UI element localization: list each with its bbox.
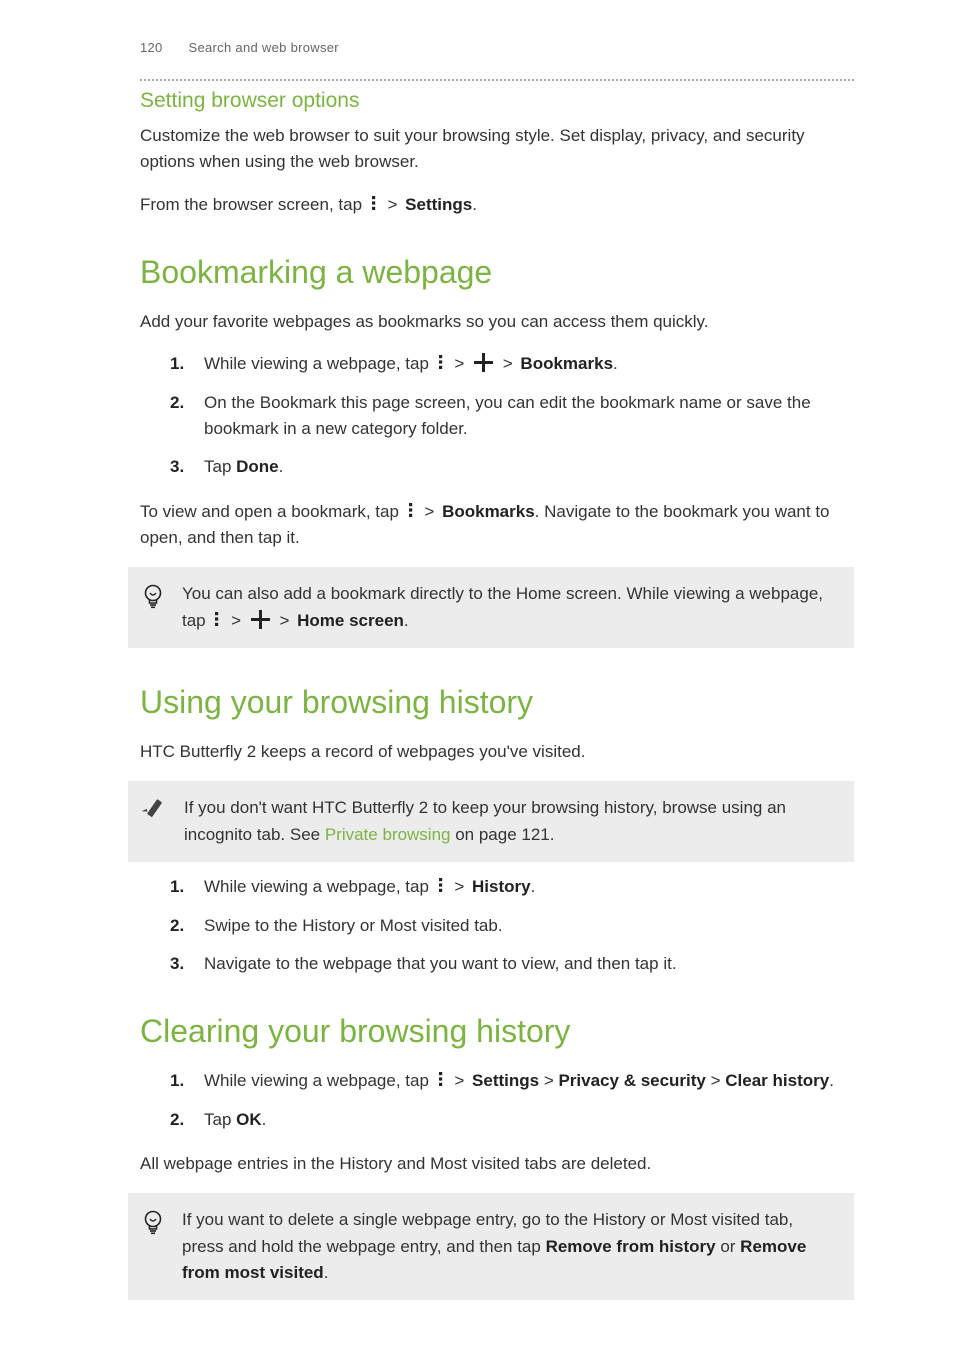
text: . (472, 195, 477, 214)
text: . (613, 354, 618, 373)
subheading-setting-browser-options: Setting browser options (140, 89, 854, 113)
paragraph: To view and open a bookmark, tap > Bookm… (140, 499, 854, 552)
text: While viewing a webpage, tap (204, 1071, 434, 1090)
paragraph: From the browser screen, tap > Settings. (140, 192, 854, 218)
text: > (503, 354, 518, 373)
text: > (539, 1071, 558, 1090)
page-number: 120 (140, 40, 163, 55)
paragraph: Add your favorite webpages as bookmarks … (140, 309, 854, 335)
menu-item-label: Bookmarks (442, 502, 535, 521)
text: . (279, 457, 284, 476)
text: > (454, 1071, 469, 1090)
text: > (231, 611, 246, 630)
text: Tap (204, 1110, 236, 1129)
text: . (531, 877, 536, 896)
overflow-menu-icon (436, 355, 445, 370)
list-item: While viewing a webpage, tap > History. (198, 874, 854, 900)
list-item: On the Bookmark this page screen, you ca… (198, 390, 854, 443)
menu-item-label: Clear history (725, 1071, 829, 1090)
list-item: Tap OK. (198, 1107, 854, 1133)
paragraph: HTC Butterfly 2 keeps a record of webpag… (140, 739, 854, 765)
paragraph: Customize the web browser to suit your b… (140, 123, 854, 176)
lightbulb-icon (142, 1209, 164, 1235)
text: . (324, 1263, 329, 1282)
text: or (716, 1237, 741, 1256)
text: > (706, 1071, 725, 1090)
note-box: If you don't want HTC Butterfly 2 to kee… (128, 781, 854, 862)
heading-bookmarking: Bookmarking a webpage (140, 254, 854, 291)
text: > (279, 611, 294, 630)
divider (140, 79, 854, 81)
text: . (829, 1071, 834, 1090)
paragraph: All webpage entries in the History and M… (140, 1151, 854, 1177)
menu-item-label: Remove from history (546, 1237, 716, 1256)
overflow-menu-icon (212, 612, 221, 627)
text: > (424, 502, 439, 521)
text: > (388, 195, 403, 214)
text: > (454, 877, 469, 896)
page-header: 120 Search and web browser (140, 40, 854, 55)
menu-item-label: Settings (405, 195, 472, 214)
ordered-list: While viewing a webpage, tap > Settings … (140, 1068, 854, 1133)
heading-clearing-history: Clearing your browsing history (140, 1013, 854, 1050)
text: To view and open a bookmark, tap (140, 502, 404, 521)
list-item: Tap Done. (198, 454, 854, 480)
plus-icon (474, 353, 493, 372)
button-label: Done (236, 457, 279, 476)
link-private-browsing[interactable]: Private browsing (325, 825, 451, 844)
overflow-menu-icon (369, 196, 378, 211)
tip-text: You can also add a bookmark directly to … (182, 581, 836, 634)
heading-using-history: Using your browsing history (140, 684, 854, 721)
overflow-menu-icon (406, 503, 415, 518)
text: . (404, 611, 409, 630)
list-item: Navigate to the webpage that you want to… (198, 951, 854, 977)
tip-box: You can also add a bookmark directly to … (128, 567, 854, 648)
text: > (454, 354, 469, 373)
text: From the browser screen, tap (140, 195, 367, 214)
list-item: Swipe to the History or Most visited tab… (198, 913, 854, 939)
menu-item-label: History (472, 877, 531, 896)
menu-item-label: Privacy & security (558, 1071, 705, 1090)
overflow-menu-icon (436, 1072, 445, 1087)
ordered-list: While viewing a webpage, tap > History. … (140, 874, 854, 977)
text: While viewing a webpage, tap (204, 354, 434, 373)
ordered-list: While viewing a webpage, tap > > Bookmar… (140, 351, 854, 480)
menu-item-label: Home screen (297, 611, 404, 630)
section-name: Search and web browser (189, 40, 339, 55)
menu-item-label: Bookmarks (520, 354, 613, 373)
text: Tap (204, 457, 236, 476)
button-label: OK (236, 1110, 262, 1129)
text: . (262, 1110, 267, 1129)
tip-box: If you want to delete a single webpage e… (128, 1193, 854, 1300)
text: While viewing a webpage, tap (204, 877, 434, 896)
list-item: While viewing a webpage, tap > Settings … (198, 1068, 854, 1094)
lightbulb-icon (142, 583, 164, 609)
note-text: If you don't want HTC Butterfly 2 to kee… (184, 795, 836, 848)
pencil-icon (142, 797, 166, 821)
overflow-menu-icon (436, 878, 445, 893)
plus-icon (251, 610, 270, 629)
tip-text: If you want to delete a single webpage e… (182, 1207, 836, 1286)
list-item: While viewing a webpage, tap > > Bookmar… (198, 351, 854, 377)
text: on page 121. (451, 825, 555, 844)
menu-item-label: Settings (472, 1071, 539, 1090)
